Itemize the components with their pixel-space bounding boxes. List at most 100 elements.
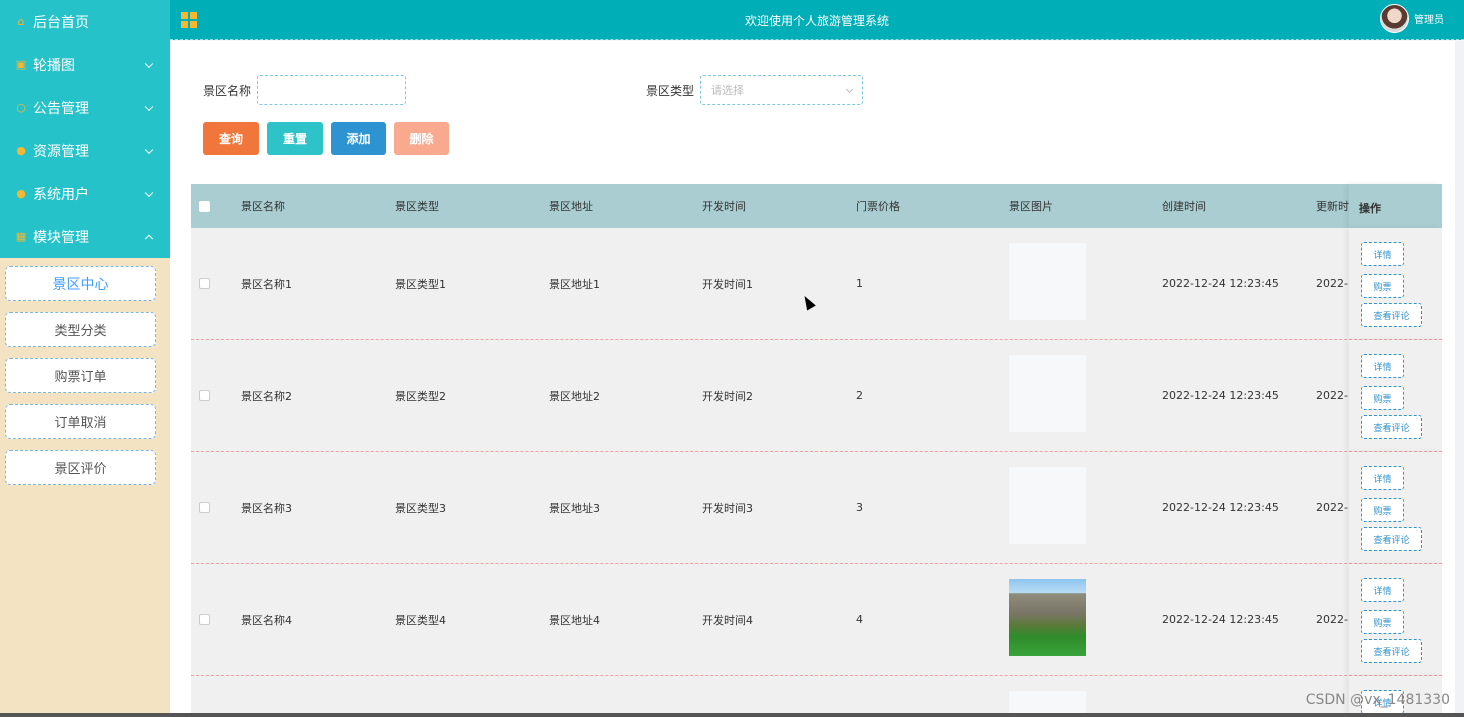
header: 欢迎使用个人旅游管理系统 管理员: [170, 0, 1464, 40]
view-review-button[interactable]: 查看评论: [1361, 415, 1422, 439]
cell-open-time: 开发时间3: [702, 501, 753, 515]
column-header: 景区类型: [395, 200, 439, 213]
reset-button[interactable]: 重置: [267, 122, 323, 155]
sidebar-item-users[interactable]: ● 系统用户: [0, 172, 170, 215]
bottom-bar: [0, 713, 1464, 717]
sidebar-item-label: 资源管理: [33, 143, 89, 160]
submenu-order-cancel[interactable]: 订单取消: [5, 404, 156, 439]
table-row: 景区名称1 景区类型1 景区地址1 开发时间1 1 2022-12-24 12:…: [191, 228, 1442, 340]
cell-name: 景区名称1: [241, 277, 292, 291]
scenic-image: [1009, 243, 1086, 320]
data-table: 景区名称 景区类型 景区地址 开发时间 门票价格 景区图片 创建时间 更新时间 …: [191, 184, 1442, 716]
ops-cell: 详情 购票 查看评论: [1349, 340, 1442, 451]
column-header: 开发时间: [702, 200, 746, 213]
cell-created: 2022-12-24 12:23:45: [1162, 277, 1279, 290]
buy-ticket-button[interactable]: 购票: [1361, 274, 1404, 298]
cell-type: 景区类型1: [395, 277, 446, 291]
column-header: 景区名称: [241, 200, 285, 213]
cell-created: 2022-12-24 12:23:45: [1162, 501, 1279, 514]
action-buttons: 查询 重置 添加 删除: [203, 122, 457, 155]
row-checkbox[interactable]: [199, 390, 210, 401]
cell-name: 景区名称4: [241, 613, 292, 627]
cell-price: 3: [856, 501, 863, 514]
table-header: 景区名称 景区类型 景区地址 开发时间 门票价格 景区图片 创建时间 更新时间 …: [191, 184, 1442, 228]
chevron-down-icon: [144, 188, 154, 197]
table-row: 景区名称2 景区类型2 景区地址2 开发时间2 2 2022-12-24 12:…: [191, 340, 1442, 452]
view-review-button[interactable]: 查看评论: [1361, 303, 1422, 327]
cell-price: 1: [856, 277, 863, 290]
sidebar: ⌂ 后台首页 ▣ 轮播图 ○ 公告管理 ● 资源管理 ● 系统用户 ▦ 模块管理: [0, 0, 170, 717]
scenic-image: [1009, 467, 1086, 544]
table-row: 景区名称4 景区类型4 景区地址4 开发时间4 4 2022-12-24 12:…: [191, 564, 1442, 676]
row-checkbox[interactable]: [199, 278, 210, 289]
submenu: 景区中心 类型分类 购票订单 订单取消 景区评价: [0, 258, 170, 485]
cell-type: 景区类型2: [395, 389, 446, 403]
detail-button[interactable]: 详情: [1361, 354, 1404, 378]
sidebar-menu: ⌂ 后台首页 ▣ 轮播图 ○ 公告管理 ● 资源管理 ● 系统用户 ▦ 模块管理: [0, 0, 170, 258]
select-all-checkbox[interactable]: [199, 200, 210, 212]
picture-icon: ▣: [15, 58, 27, 71]
sidebar-item-home[interactable]: ⌂ 后台首页: [0, 0, 170, 43]
row-checkbox[interactable]: [199, 614, 210, 625]
cell-type: 景区类型4: [395, 613, 446, 627]
buy-ticket-button[interactable]: 购票: [1361, 498, 1404, 522]
detail-button[interactable]: 详情: [1361, 242, 1404, 266]
column-header: 操作: [1359, 202, 1381, 215]
search-name-input[interactable]: [257, 75, 407, 105]
search-name-label: 景区名称: [203, 83, 252, 98]
chevron-up-icon: [144, 234, 154, 243]
submenu-scenic-review[interactable]: 景区评价: [5, 450, 156, 485]
ops-header-cell: 操作: [1349, 184, 1442, 228]
cell-address: 景区地址2: [549, 389, 600, 403]
sidebar-item-label: 模块管理: [33, 229, 89, 246]
user-name: 管理员: [1414, 15, 1444, 26]
sidebar-item-notice[interactable]: ○ 公告管理: [0, 86, 170, 129]
user-icon: ●: [16, 187, 26, 200]
submenu-type-category[interactable]: 类型分类: [5, 312, 156, 347]
buy-ticket-button[interactable]: 购票: [1361, 610, 1404, 634]
cell-open-time: 开发时间4: [702, 613, 753, 627]
cell-updated: 2022-12-24 12:23:45: [1316, 389, 1349, 402]
cell-created: 2022-12-24 12:23:45: [1162, 613, 1279, 626]
column-header: 更新时间: [1316, 200, 1349, 213]
scenic-image: [1009, 355, 1086, 432]
column-header: 创建时间: [1162, 200, 1206, 213]
cell-name: 景区名称3: [241, 501, 292, 515]
chevron-down-icon: [144, 102, 154, 111]
sidebar-item-resource[interactable]: ● 资源管理: [0, 129, 170, 172]
submenu-ticket-orders[interactable]: 购票订单: [5, 358, 156, 393]
buy-ticket-button[interactable]: 购票: [1361, 386, 1404, 410]
cell-address: 景区地址4: [549, 613, 600, 627]
type-select-placeholder: 请选择: [711, 84, 745, 97]
row-checkbox[interactable]: [199, 502, 210, 513]
page-title: 欢迎使用个人旅游管理系统: [744, 14, 889, 28]
detail-button[interactable]: 详情: [1361, 578, 1404, 602]
view-review-button[interactable]: 查看评论: [1361, 527, 1422, 551]
type-select[interactable]: 请选择: [700, 75, 864, 105]
column-header: 景区地址: [549, 200, 593, 213]
user-menu[interactable]: 管理员: [1380, 4, 1444, 33]
sidebar-item-label: 公告管理: [33, 100, 89, 117]
cell-open-time: 开发时间2: [702, 389, 753, 403]
home-icon: ⌂: [17, 15, 25, 28]
cell-updated: 2022-12-24 12:23:45: [1316, 501, 1349, 514]
delete-button[interactable]: 删除: [394, 122, 449, 155]
sidebar-item-carousel[interactable]: ▣ 轮播图: [0, 43, 170, 86]
circle-icon: ○: [16, 101, 26, 114]
search-type-group: 景区类型 请选择: [646, 75, 864, 105]
scrollbar-track[interactable]: [1455, 41, 1464, 717]
search-type-label: 景区类型: [646, 83, 695, 98]
sidebar-item-label: 系统用户: [33, 186, 89, 203]
view-review-button[interactable]: 查看评论: [1361, 639, 1422, 663]
watermark: CSDN @vx_1481330: [1305, 692, 1450, 708]
cell-address: 景区地址1: [549, 277, 600, 291]
add-button[interactable]: 添加: [331, 122, 386, 155]
grid-icon: ▦: [15, 230, 27, 243]
cell-price: 4: [856, 613, 863, 626]
submenu-scenic-center[interactable]: 景区中心: [5, 266, 156, 301]
detail-button[interactable]: 详情: [1361, 466, 1404, 490]
cell-open-time: 开发时间1: [702, 277, 753, 291]
avatar[interactable]: [1380, 4, 1409, 33]
sidebar-item-modules[interactable]: ▦ 模块管理: [0, 215, 170, 258]
query-button[interactable]: 查询: [203, 122, 259, 155]
